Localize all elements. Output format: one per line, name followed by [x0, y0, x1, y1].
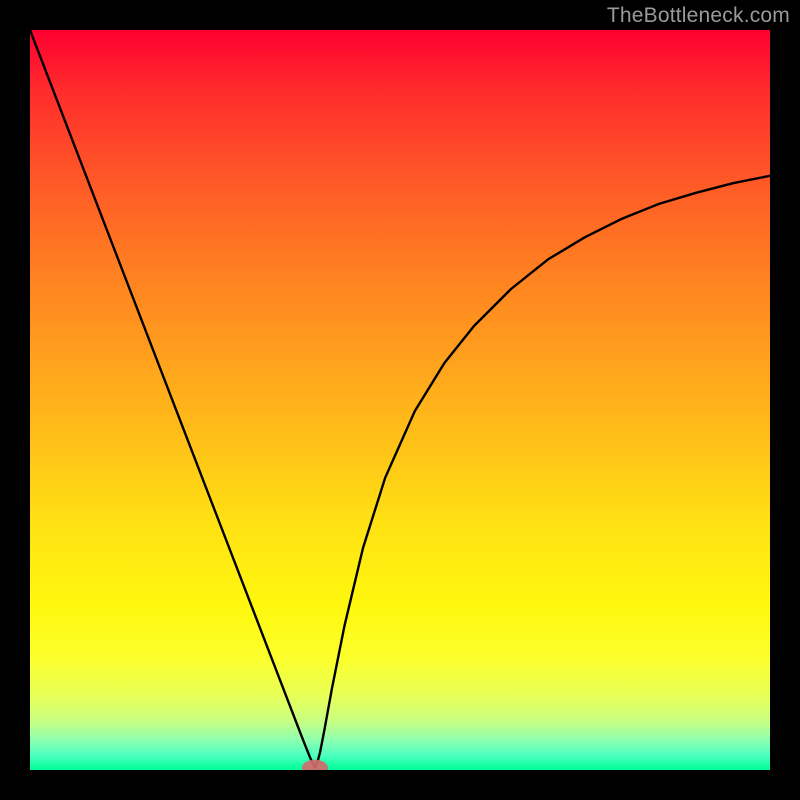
bottleneck-curve [30, 30, 770, 768]
watermark-text: TheBottleneck.com [607, 4, 790, 28]
minimum-marker [302, 760, 328, 770]
plot-area [30, 30, 770, 770]
chart-frame: TheBottleneck.com [0, 0, 800, 800]
curve-layer [30, 30, 770, 770]
